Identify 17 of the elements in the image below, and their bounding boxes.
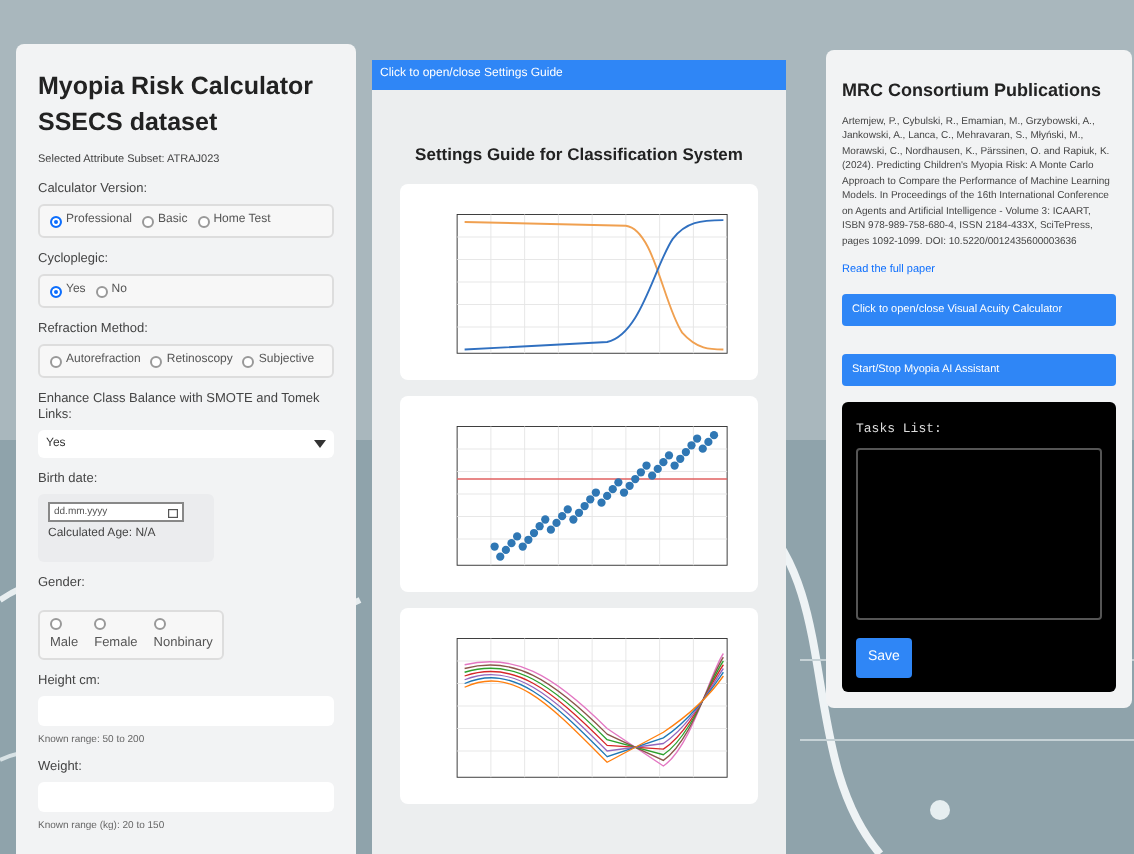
radio-button[interactable] bbox=[50, 618, 62, 631]
radio-button[interactable] bbox=[150, 355, 163, 368]
radio-button[interactable] bbox=[50, 285, 62, 298]
radio-button[interactable] bbox=[95, 285, 108, 298]
caret-icon bbox=[314, 440, 326, 449]
calendar-icon bbox=[168, 507, 178, 518]
guide-title: Settings Guide for Classification System bbox=[413, 142, 745, 168]
radio-button[interactable] bbox=[50, 355, 62, 368]
radio-button[interactable] bbox=[50, 215, 62, 228]
radio-button[interactable] bbox=[153, 618, 166, 631]
radio-button[interactable] bbox=[142, 215, 155, 228]
radio-button[interactable] bbox=[242, 355, 255, 368]
radio-button[interactable] bbox=[197, 215, 210, 228]
radio-button[interactable] bbox=[94, 618, 107, 631]
publications-title: MRC Consortium Publications bbox=[842, 78, 1104, 104]
tasks-textarea[interactable] bbox=[856, 448, 1102, 620]
calculator-title: Myopia Risk Calculator SSECS dataset bbox=[38, 70, 316, 140]
